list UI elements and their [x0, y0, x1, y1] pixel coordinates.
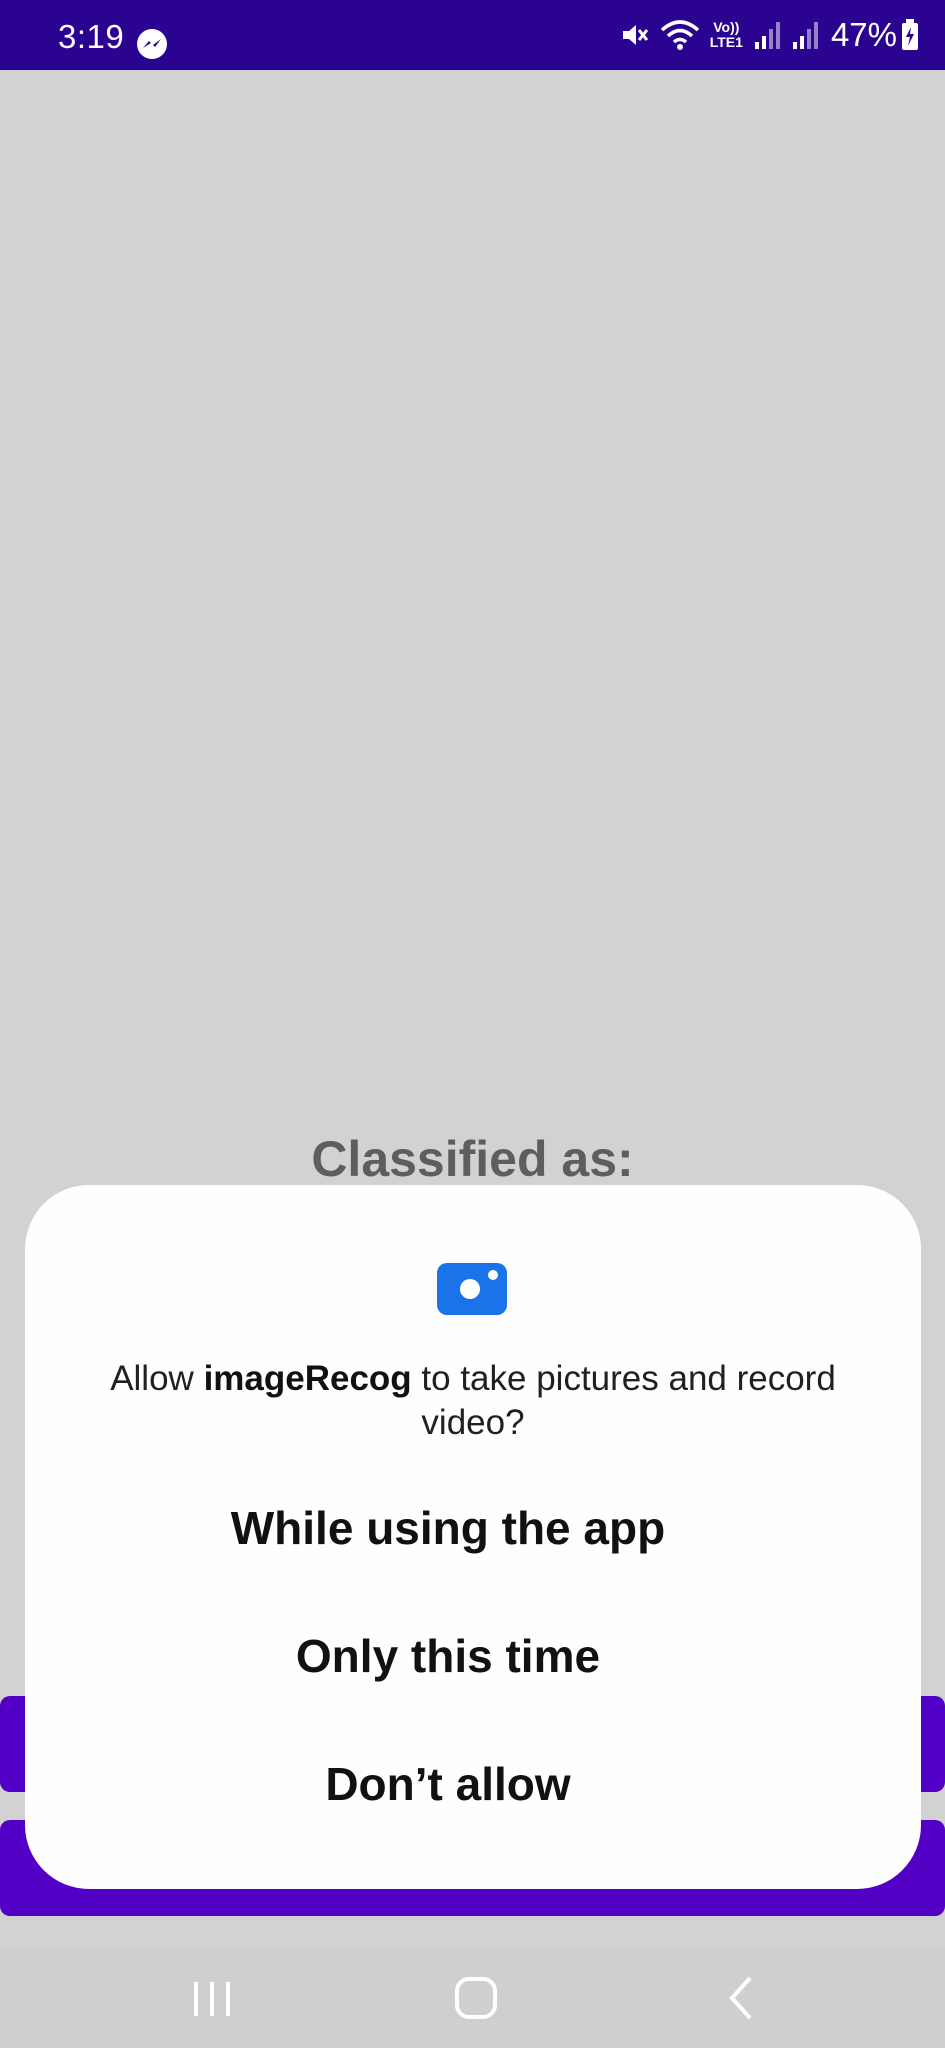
volte-text-top: Vo)) — [713, 19, 740, 35]
status-icons: Vo)) LTE1 47% — [610, 14, 919, 56]
only-this-time-button[interactable]: Only this time — [0, 1616, 896, 1696]
navigation-bar — [0, 1950, 945, 2048]
signal-1-icon — [754, 22, 780, 49]
app-name: imageRecog — [203, 1359, 412, 1398]
battery-percent: 47% — [830, 16, 897, 53]
classified-label: Classified as: — [311, 1131, 634, 1187]
home-icon[interactable] — [446, 1968, 506, 2028]
status-time: 3:19 — [58, 18, 125, 55]
while-using-app-button[interactable]: While using the app — [0, 1488, 896, 1568]
wifi-icon — [660, 20, 699, 50]
camera-icon — [437, 1263, 507, 1315]
dialog-message: Allow imageRecog to take pictures and re… — [65, 1357, 881, 1445]
back-icon[interactable] — [712, 1968, 772, 2028]
dont-allow-button[interactable]: Don’t allow — [0, 1744, 896, 1824]
volte-icon: Vo)) LTE1 — [710, 20, 743, 50]
message-prefix: Allow — [110, 1359, 204, 1398]
battery-charging-icon — [902, 19, 918, 50]
message-suffix: to take pictures and record video? — [411, 1359, 836, 1442]
messenger-icon — [137, 29, 167, 59]
signal-2-icon — [792, 22, 818, 49]
mute-icon — [622, 25, 648, 45]
recents-icon[interactable] — [182, 1968, 242, 2028]
volte-text-bottom: LTE1 — [709, 34, 743, 50]
status-bar: 3:19 Vo)) LTE1 47% — [0, 0, 945, 70]
